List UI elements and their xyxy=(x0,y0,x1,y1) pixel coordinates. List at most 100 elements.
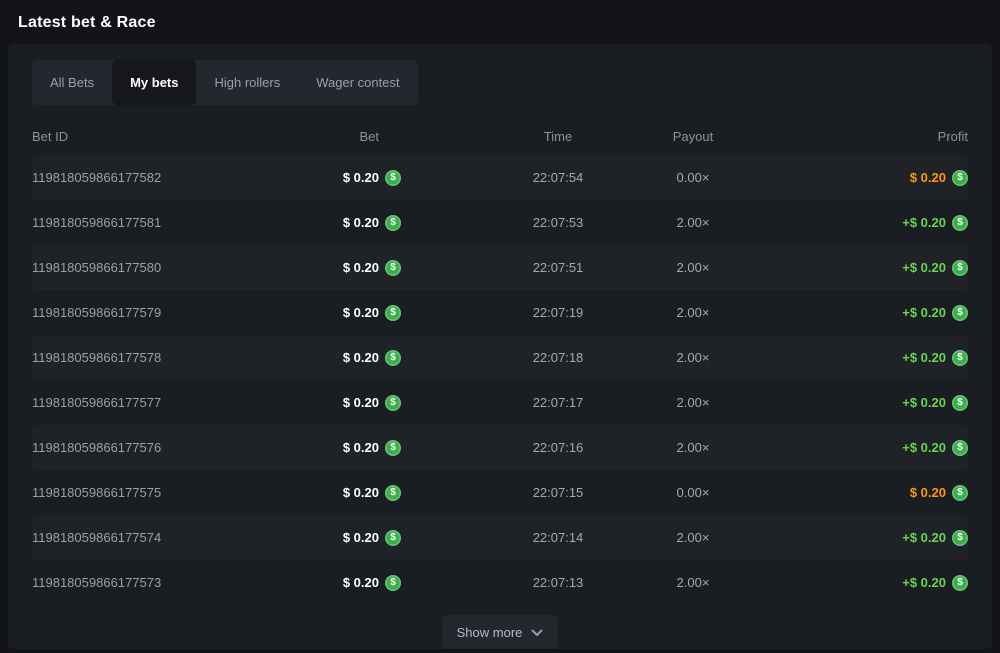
bet-id-cell: 119818059866177579 xyxy=(32,305,262,320)
table-row[interactable]: 119818059866177573 $ 0.20 $ 22:07:13 2.0… xyxy=(32,560,968,605)
currency-coin-icon: $ xyxy=(952,485,968,501)
currency-coin-icon: $ xyxy=(952,170,968,186)
time-cell: 22:07:51 xyxy=(468,260,648,275)
profit-cell: +$ 0.20 $ xyxy=(738,350,968,366)
time-cell: 22:07:13 xyxy=(468,575,648,590)
bet-cell: $ 0.20 $ xyxy=(262,305,401,321)
profit-cell: +$ 0.20 $ xyxy=(738,215,968,231)
bet-cell: $ 0.20 $ xyxy=(262,395,401,411)
show-more-button[interactable]: Show more xyxy=(442,615,559,649)
payout-cell: 0.00× xyxy=(648,485,738,500)
bet-id-cell: 119818059866177577 xyxy=(32,395,262,410)
table-row[interactable]: 119818059866177575 $ 0.20 $ 22:07:15 0.0… xyxy=(32,470,968,515)
time-cell: 22:07:53 xyxy=(468,215,648,230)
tab-my-bets[interactable]: My bets xyxy=(112,60,196,105)
table-row[interactable]: 119818059866177577 $ 0.20 $ 22:07:17 2.0… xyxy=(32,380,968,425)
currency-coin-icon: $ xyxy=(952,350,968,366)
tab-all-bets[interactable]: All Bets xyxy=(32,60,112,105)
payout-cell: 2.00× xyxy=(648,260,738,275)
bet-id-cell: 119818059866177580 xyxy=(32,260,262,275)
profit-cell: $ 0.20 $ xyxy=(738,170,968,186)
header-payout: Payout xyxy=(648,129,738,144)
profit-cell: +$ 0.20 $ xyxy=(738,395,968,411)
currency-coin-icon: $ xyxy=(385,215,401,231)
table-row[interactable]: 119818059866177582 $ 0.20 $ 22:07:54 0.0… xyxy=(32,155,968,200)
bet-id-cell: 119818059866177574 xyxy=(32,530,262,545)
payout-cell: 2.00× xyxy=(648,395,738,410)
currency-coin-icon: $ xyxy=(952,305,968,321)
bet-id-cell: 119818059866177573 xyxy=(32,575,262,590)
bet-cell: $ 0.20 $ xyxy=(262,170,401,186)
payout-cell: 2.00× xyxy=(648,575,738,590)
time-cell: 22:07:16 xyxy=(468,440,648,455)
header-bet: Bet xyxy=(262,129,401,144)
currency-coin-icon: $ xyxy=(952,440,968,456)
currency-coin-icon: $ xyxy=(385,440,401,456)
header-time: Time xyxy=(468,129,648,144)
profit-cell: +$ 0.20 $ xyxy=(738,440,968,456)
currency-coin-icon: $ xyxy=(385,260,401,276)
page-title: Latest bet & Race xyxy=(8,8,992,44)
bet-id-cell: 119818059866177576 xyxy=(32,440,262,455)
profit-cell: +$ 0.20 $ xyxy=(738,530,968,546)
payout-cell: 0.00× xyxy=(648,170,738,185)
table-row[interactable]: 119818059866177579 $ 0.20 $ 22:07:19 2.0… xyxy=(32,290,968,335)
table-header-row: Bet ID Bet Time Payout Profit xyxy=(32,117,968,155)
bet-cell: $ 0.20 $ xyxy=(262,575,401,591)
bet-id-cell: 119818059866177578 xyxy=(32,350,262,365)
payout-cell: 2.00× xyxy=(648,350,738,365)
currency-coin-icon: $ xyxy=(385,170,401,186)
latest-bet-race-section: Latest bet & Race All Bets My bets High … xyxy=(0,0,1000,653)
bet-cell: $ 0.20 $ xyxy=(262,440,401,456)
payout-cell: 2.00× xyxy=(648,215,738,230)
header-bet-id: Bet ID xyxy=(32,129,262,144)
currency-coin-icon: $ xyxy=(952,260,968,276)
show-more-label: Show more xyxy=(457,625,523,640)
tab-wager-contest[interactable]: Wager contest xyxy=(298,60,417,105)
payout-cell: 2.00× xyxy=(648,530,738,545)
bets-table: Bet ID Bet Time Payout Profit 1198180598… xyxy=(32,117,968,605)
table-row[interactable]: 119818059866177581 $ 0.20 $ 22:07:53 2.0… xyxy=(32,200,968,245)
currency-coin-icon: $ xyxy=(385,530,401,546)
bet-cell: $ 0.20 $ xyxy=(262,530,401,546)
bet-cell: $ 0.20 $ xyxy=(262,485,401,501)
table-row[interactable]: 119818059866177576 $ 0.20 $ 22:07:16 2.0… xyxy=(32,425,968,470)
currency-coin-icon: $ xyxy=(385,395,401,411)
currency-coin-icon: $ xyxy=(385,485,401,501)
time-cell: 22:07:17 xyxy=(468,395,648,410)
time-cell: 22:07:15 xyxy=(468,485,648,500)
bets-panel: All Bets My bets High rollers Wager cont… xyxy=(8,44,992,649)
bet-id-cell: 119818059866177575 xyxy=(32,485,262,500)
profit-cell: $ 0.20 $ xyxy=(738,485,968,501)
header-profit: Profit xyxy=(738,129,968,144)
currency-coin-icon: $ xyxy=(952,530,968,546)
currency-coin-icon: $ xyxy=(952,395,968,411)
payout-cell: 2.00× xyxy=(648,440,738,455)
show-more-container: Show more xyxy=(32,615,968,649)
time-cell: 22:07:19 xyxy=(468,305,648,320)
profit-cell: +$ 0.20 $ xyxy=(738,305,968,321)
bet-cell: $ 0.20 $ xyxy=(262,260,401,276)
payout-cell: 2.00× xyxy=(648,305,738,320)
table-row[interactable]: 119818059866177578 $ 0.20 $ 22:07:18 2.0… xyxy=(32,335,968,380)
bet-cell: $ 0.20 $ xyxy=(262,350,401,366)
tab-bar: All Bets My bets High rollers Wager cont… xyxy=(32,60,418,105)
currency-coin-icon: $ xyxy=(385,575,401,591)
currency-coin-icon: $ xyxy=(952,575,968,591)
table-row[interactable]: 119818059866177580 $ 0.20 $ 22:07:51 2.0… xyxy=(32,245,968,290)
profit-cell: +$ 0.20 $ xyxy=(738,575,968,591)
bet-id-cell: 119818059866177582 xyxy=(32,170,262,185)
currency-coin-icon: $ xyxy=(385,305,401,321)
currency-coin-icon: $ xyxy=(952,215,968,231)
profit-cell: +$ 0.20 $ xyxy=(738,260,968,276)
bet-id-cell: 119818059866177581 xyxy=(32,215,262,230)
time-cell: 22:07:14 xyxy=(468,530,648,545)
time-cell: 22:07:18 xyxy=(468,350,648,365)
bet-cell: $ 0.20 $ xyxy=(262,215,401,231)
chevron-down-icon xyxy=(531,629,543,637)
currency-coin-icon: $ xyxy=(385,350,401,366)
time-cell: 22:07:54 xyxy=(468,170,648,185)
table-row[interactable]: 119818059866177574 $ 0.20 $ 22:07:14 2.0… xyxy=(32,515,968,560)
tab-high-rollers[interactable]: High rollers xyxy=(196,60,298,105)
table-body: 119818059866177582 $ 0.20 $ 22:07:54 0.0… xyxy=(32,155,968,605)
